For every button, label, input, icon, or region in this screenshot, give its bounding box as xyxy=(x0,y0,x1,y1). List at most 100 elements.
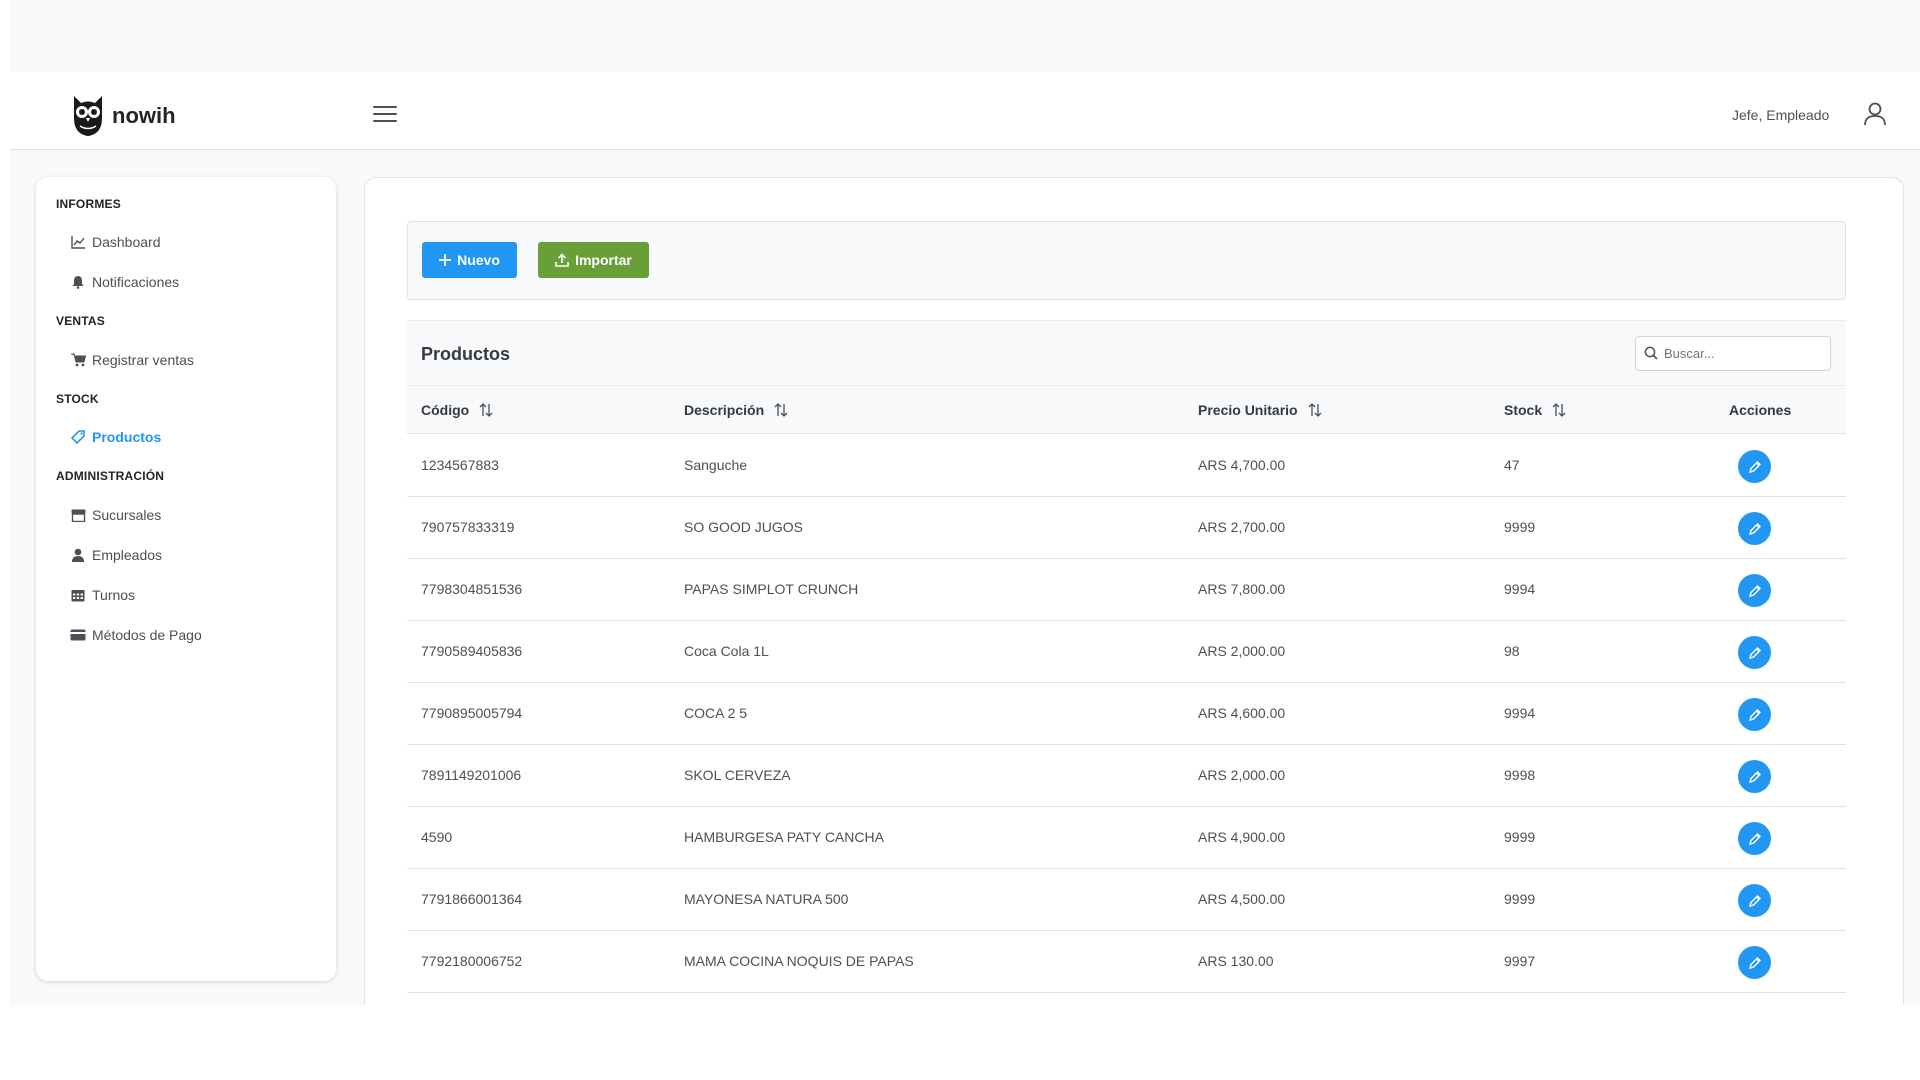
store-icon xyxy=(70,507,86,523)
cart-icon xyxy=(70,352,86,368)
column-header-label: Descripción xyxy=(684,402,765,418)
edit-button[interactable] xyxy=(1738,884,1771,917)
edit-button[interactable] xyxy=(1738,450,1771,483)
cell-precio: ARS 2,000.00 xyxy=(1198,767,1286,783)
cell-codigo: 790757833319 xyxy=(421,519,515,535)
cell-stock: 9994 xyxy=(1504,705,1536,721)
edit-button[interactable] xyxy=(1738,574,1771,607)
column-header-precio-unitario[interactable]: Precio Unitario xyxy=(1198,402,1322,418)
sort-icon xyxy=(774,403,788,417)
cell-precio: ARS 4,500.00 xyxy=(1198,891,1286,907)
sort-icon xyxy=(1308,403,1322,417)
plus-icon xyxy=(439,254,452,266)
edit-button[interactable] xyxy=(1738,760,1771,793)
import-button-label: Importar xyxy=(575,252,632,268)
cell-descripcion: MAMA COCINA NOQUIS DE PAPAS xyxy=(684,953,914,969)
sort-icon xyxy=(479,403,493,417)
sidebar-item-label: Empleados xyxy=(92,547,163,563)
sidebar-item-label: Sucursales xyxy=(92,507,162,523)
cell-codigo: 7790895005794 xyxy=(421,705,523,721)
chart-line-icon xyxy=(70,234,86,250)
table-row: 7791866001364 MAYONESA NATURA 500 ARS 4,… xyxy=(407,869,1846,931)
cell-precio: ARS 4,700.00 xyxy=(1198,457,1286,473)
edit-button[interactable] xyxy=(1738,822,1771,855)
column-header-label: Código xyxy=(421,402,470,418)
cell-stock: 9998 xyxy=(1504,767,1536,783)
search-input[interactable] xyxy=(1664,337,1824,370)
new-product-button[interactable]: Nuevo xyxy=(422,242,517,278)
cell-codigo: 7792180006752 xyxy=(421,953,523,969)
user-icon xyxy=(70,547,86,563)
user-profile-icon[interactable] xyxy=(1862,101,1888,127)
sidebar-item-label: Métodos de Pago xyxy=(92,627,202,643)
pencil-icon xyxy=(1748,956,1761,969)
calendar-icon xyxy=(70,587,86,603)
table-row: 7891149201006 SKOL CERVEZA ARS 2,000.00 … xyxy=(407,745,1846,807)
menu-toggle-icon[interactable] xyxy=(373,106,397,124)
pencil-icon xyxy=(1748,522,1761,535)
toolbar: Nuevo Importar xyxy=(407,221,1846,300)
sidebar-item-productos[interactable]: Productos xyxy=(70,429,161,445)
edit-button[interactable] xyxy=(1738,636,1771,669)
cell-descripcion: Sanguche xyxy=(684,457,748,473)
column-header-codigo[interactable]: Código xyxy=(421,402,493,418)
main-content: Nuevo Importar Productos Buscar... Códig… xyxy=(364,177,1904,1005)
cell-stock: 9999 xyxy=(1504,519,1536,535)
sidebar-item-empleados[interactable]: Empleados xyxy=(70,547,162,563)
section-title-ventas: VENTAS xyxy=(56,314,105,328)
column-header-label: Stock xyxy=(1504,402,1543,418)
cell-stock: 9999 xyxy=(1504,829,1536,845)
table-row: 4590 HAMBURGESA PATY CANCHA ARS 4,900.00… xyxy=(407,807,1846,869)
cell-descripcion: HAMBURGESA PATY CANCHA xyxy=(684,829,884,845)
pencil-icon xyxy=(1748,646,1761,659)
cell-descripcion: MAYONESA NATURA 500 xyxy=(684,891,849,907)
column-header-acciones: Acciones xyxy=(1729,402,1791,418)
search-box xyxy=(1635,336,1831,371)
section-title-administracion: ADMINISTRACIÓN xyxy=(56,469,165,483)
cell-descripcion: SO GOOD JUGOS xyxy=(684,519,804,535)
cell-precio: ARS 4,900.00 xyxy=(1198,829,1286,845)
cell-precio: ARS 2,000.00 xyxy=(1198,643,1286,659)
cell-stock: 9999 xyxy=(1504,891,1536,907)
credit-card-icon xyxy=(70,627,86,643)
table-row: 790757833319 SO GOOD JUGOS ARS 2,700.00 … xyxy=(407,497,1846,559)
brand-name: nowih xyxy=(112,103,176,128)
cell-descripcion: PAPAS SIMPLOT CRUNCH xyxy=(684,581,859,597)
top-bar: nowih Jefe, Empleado xyxy=(10,72,1920,150)
sidebar-item-label: Registrar ventas xyxy=(92,352,194,368)
sidebar-item-sucursales[interactable]: Sucursales xyxy=(70,507,161,523)
table-header: Productos xyxy=(407,320,1846,386)
pencil-icon xyxy=(1748,894,1761,907)
cell-precio: ARS 2,700.00 xyxy=(1198,519,1286,535)
tag-icon xyxy=(70,429,86,445)
edit-button[interactable] xyxy=(1738,698,1771,731)
column-header-label: Acciones xyxy=(1729,402,1792,418)
column-header-descripcion[interactable]: Descripción xyxy=(684,402,788,418)
pencil-icon xyxy=(1748,584,1761,597)
edit-button[interactable] xyxy=(1738,946,1771,979)
cell-codigo: 7790589405836 xyxy=(421,643,523,659)
sidebar-item-dashboard[interactable]: Dashboard xyxy=(70,234,161,250)
sidebar-item-notificaciones[interactable]: Notificaciones xyxy=(70,274,179,290)
cell-codigo: 7791866001364 xyxy=(421,891,523,907)
user-role-label: Jefe, Empleado xyxy=(1732,107,1830,123)
pencil-icon xyxy=(1748,460,1761,473)
cell-descripcion: COCA 2 5 xyxy=(684,705,748,721)
sidebar: INFORMES Dashboard Notificaciones VENTAS… xyxy=(36,177,336,981)
brand-logo[interactable]: nowih xyxy=(71,94,176,138)
section-title-stock: STOCK xyxy=(56,392,99,406)
sort-icon xyxy=(1552,403,1566,417)
cell-codigo: 4590 xyxy=(421,829,453,845)
sidebar-item-registrar-ventas[interactable]: Registrar ventas xyxy=(70,352,194,368)
edit-button[interactable] xyxy=(1738,512,1771,545)
sidebar-item-turnos[interactable]: Turnos xyxy=(70,587,135,603)
table-row: 7790589405836 Coca Cola 1L ARS 2,000.00 … xyxy=(407,621,1846,683)
cell-codigo: 1234567883 xyxy=(421,457,499,473)
table-title: Productos xyxy=(421,344,511,364)
sidebar-item-metodos-de-pago[interactable]: Métodos de Pago xyxy=(70,627,202,643)
column-header-stock[interactable]: Stock xyxy=(1504,402,1566,418)
import-button[interactable]: Importar xyxy=(538,242,649,278)
app-root: nowih Jefe, Empleado INFORMES Dashboard … xyxy=(10,0,1920,1005)
pencil-icon xyxy=(1748,832,1761,845)
cell-precio: ARS 4,600.00 xyxy=(1198,705,1286,721)
